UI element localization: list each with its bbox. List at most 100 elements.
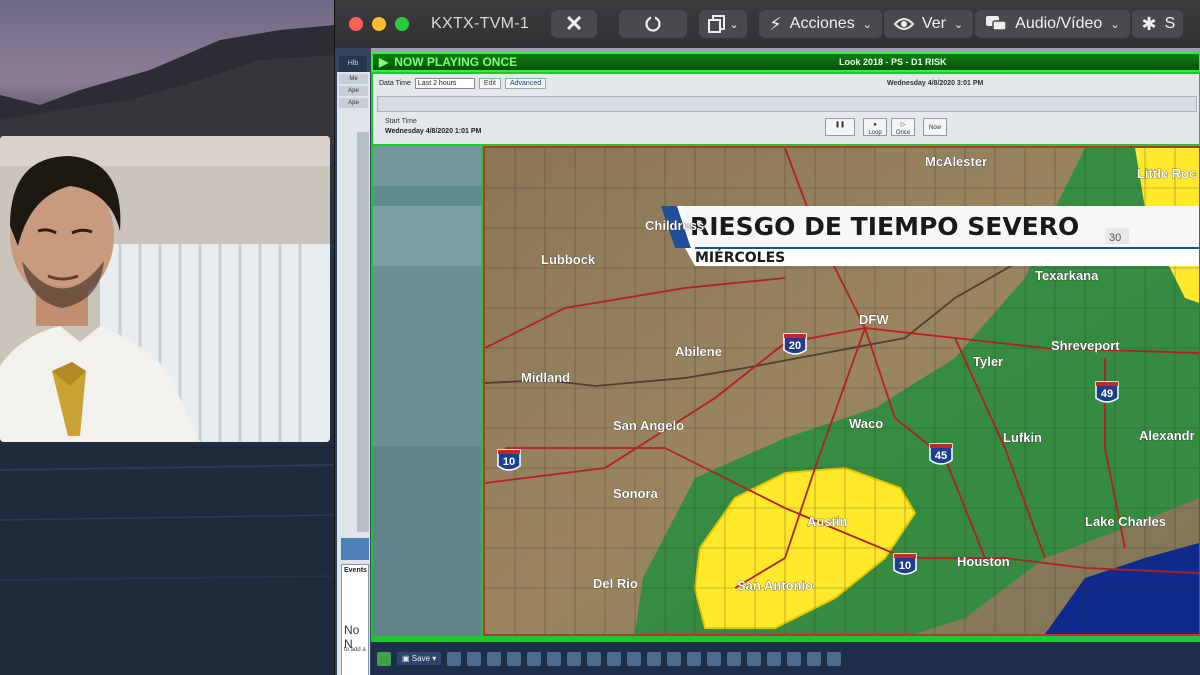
banner-number: 30: [1109, 232, 1121, 244]
menu-audio-video[interactable]: Audio/Vídeo ⌄: [975, 10, 1130, 38]
product-name: Look 2018 - PS - D1 RISK: [839, 57, 947, 67]
window-title: KXTX-TVM-1: [431, 15, 530, 32]
city-label: Lake Charles: [1085, 514, 1166, 529]
city-label: McAlester: [925, 154, 987, 169]
loop-icon: ●: [873, 122, 877, 128]
city-label: Austin: [807, 514, 848, 529]
city-label: San Angelo: [613, 418, 684, 433]
tool-icon[interactable]: [447, 651, 462, 666]
puzzle-icon: ✱: [1141, 13, 1157, 34]
highway-shield: 45: [929, 443, 953, 465]
window-controls: [349, 17, 409, 31]
menu-audio-video-label: Audio/Vídeo: [1015, 15, 1103, 32]
left-tab[interactable]: Hlb: [339, 56, 367, 72]
pause-icon: ❚❚: [834, 122, 846, 128]
start-time-value: Wednesday 4/8/2020 1:01 PM: [385, 128, 482, 135]
save-button[interactable]: ▣ Save ▾: [397, 652, 442, 665]
chevron-down-icon: ⌄: [1110, 18, 1120, 31]
start-time-label: Start Time: [385, 118, 417, 125]
side-panel: Me Ape Ape Events No N to add a: [337, 72, 370, 675]
city-label: Childress: [645, 218, 704, 233]
chat-icon: [986, 16, 1007, 31]
side-scrollbar[interactable]: [357, 132, 369, 532]
time-slider[interactable]: [377, 96, 1197, 112]
city-label: Little Roc: [1137, 166, 1196, 181]
close-icon: ✕: [564, 11, 584, 36]
tool-icon[interactable]: [507, 651, 522, 666]
tool-icon[interactable]: [527, 651, 542, 666]
side-tab[interactable]: Me: [339, 74, 368, 84]
menu-acciones[interactable]: ⚡︎ Acciones ⌄: [759, 10, 882, 38]
highway-shield: 20: [783, 333, 807, 355]
data-time-label: Data Time: [379, 80, 411, 87]
city-label: Midland: [521, 370, 570, 385]
now-playing-status: NOW PLAYING ONCE: [394, 55, 518, 69]
menu-acciones-label: Acciones: [789, 15, 855, 32]
current-time: Wednesday 4/8/2020 3:01 PM: [887, 80, 984, 87]
tool-icon[interactable]: [487, 651, 502, 666]
city-label: San Antonio: [737, 578, 813, 593]
once-button[interactable]: ▷ Once: [891, 118, 915, 136]
highway-number: 10: [503, 456, 515, 468]
tool-icon[interactable]: [587, 651, 602, 666]
zoom-window-button[interactable]: [395, 17, 409, 31]
close-window-button[interactable]: [349, 17, 363, 31]
tool-icon[interactable]: [627, 651, 642, 666]
home-icon[interactable]: [377, 651, 391, 666]
highway-number: 49: [1101, 388, 1113, 400]
tool-icon[interactable]: [687, 651, 702, 666]
pause-button[interactable]: ❚❚: [825, 118, 855, 136]
advanced-button[interactable]: Advanced: [504, 78, 547, 89]
clipboard-button[interactable]: ⌄: [699, 10, 748, 38]
tool-icon[interactable]: [727, 651, 742, 666]
side-tab[interactable]: Ape: [339, 98, 368, 108]
left-sidebar: Hlb Me Ape Ape Events No N to add a: [335, 48, 371, 675]
power-icon: [645, 15, 661, 32]
banner-subtitle: MIÉRCOLES: [695, 249, 785, 266]
power-button[interactable]: [619, 10, 688, 38]
menu-ver[interactable]: Ver ⌄: [883, 10, 974, 38]
events-title: Events: [344, 567, 367, 574]
lightning-icon: ⚡︎: [769, 13, 782, 34]
city-label: Tyler: [973, 354, 1003, 369]
tool-icon[interactable]: [787, 651, 802, 666]
tool-icon[interactable]: [767, 651, 782, 666]
severe-weather-banner: RIESGO DE TIEMPO SEVERO MIÉRCOLES 30: [661, 206, 1199, 266]
tool-icon[interactable]: [667, 651, 682, 666]
window-toolbar: KXTX-TVM-1 ✕ ⌄ ⚡︎ Acciones ⌄ Ver ⌄ Audio…: [335, 0, 1200, 48]
tool-icon[interactable]: [707, 651, 722, 666]
tool-icon[interactable]: [547, 651, 562, 666]
data-time-select[interactable]: Last 2 hours: [414, 78, 475, 89]
banner-title: RIESGO DE TIEMPO SEVERO: [690, 212, 1079, 241]
tool-icon[interactable]: [647, 651, 662, 666]
highway-shield: 10: [497, 449, 521, 471]
tool-icon[interactable]: [807, 651, 822, 666]
now-button[interactable]: Now: [923, 118, 947, 136]
loop-button[interactable]: ● Loop: [863, 118, 887, 136]
glitched-panel: [373, 146, 481, 636]
eye-icon: [893, 18, 914, 30]
disconnect-button[interactable]: ✕: [551, 10, 598, 38]
extensions-button[interactable]: ✱ S: [1131, 10, 1184, 38]
screen: KXTX-TVM-1 ✕ ⌄ ⚡︎ Acciones ⌄ Ver ⌄ Audio…: [0, 0, 1200, 675]
minimize-window-button[interactable]: [372, 17, 386, 31]
tool-icon[interactable]: [747, 651, 762, 666]
tool-icon[interactable]: [827, 651, 842, 666]
tool-icon[interactable]: [467, 651, 482, 666]
city-label: DFW: [859, 312, 889, 327]
time-controls: Data Time Last 2 hours Edit Advanced Wed…: [373, 74, 1199, 144]
city-label: Waco: [849, 416, 883, 431]
highway-number: 20: [789, 340, 801, 352]
city-label: Abilene: [675, 344, 722, 359]
edit-button[interactable]: Edit: [478, 78, 501, 89]
chevron-down-icon: ⌄: [862, 18, 872, 31]
play-icon: ▷: [900, 122, 906, 128]
chevron-down-icon: ⌄: [729, 18, 739, 31]
side-tab[interactable]: Ape: [339, 86, 368, 96]
city-label: Lufkin: [1003, 430, 1042, 445]
once-label: Once: [895, 130, 911, 136]
tool-icon[interactable]: [607, 651, 622, 666]
save-icon: ▣: [402, 654, 412, 663]
tool-icon[interactable]: [567, 651, 582, 666]
clipboard-icon: [707, 15, 725, 33]
